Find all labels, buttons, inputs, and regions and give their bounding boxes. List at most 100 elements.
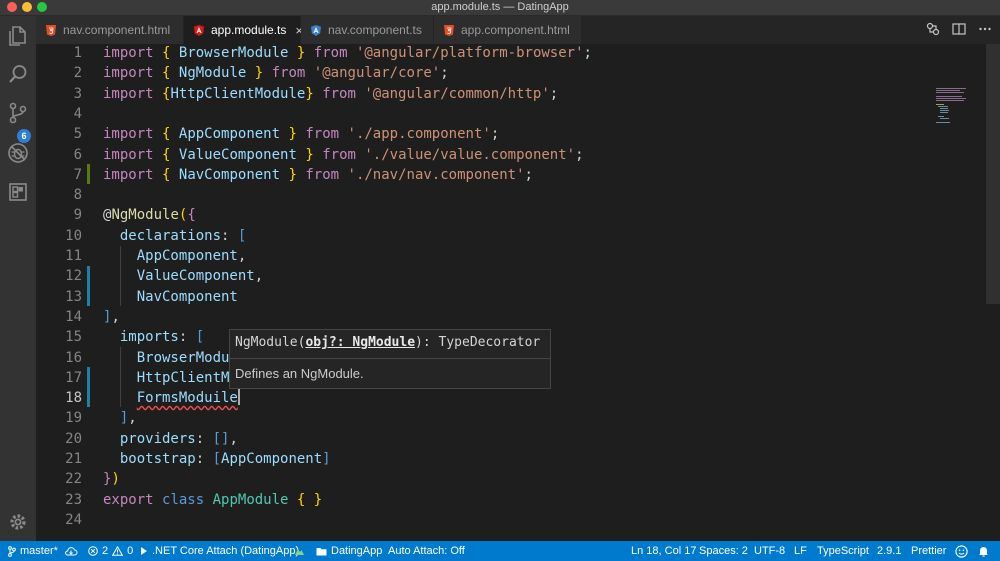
branch-status[interactable]: master*: [8, 541, 58, 561]
code-text: AppComponent,: [103, 246, 247, 266]
code-token: ;: [575, 146, 584, 163]
code-line[interactable]: 23 export class AppModule { }: [36, 490, 1000, 510]
tab-app-component-html[interactable]: app.component.html: [434, 16, 582, 44]
window-title: app.module.ts — DatingApp: [431, 1, 569, 13]
error-icon: [88, 546, 98, 556]
code-text: import { BrowserModule } from '@angular/…: [103, 44, 592, 63]
folder-icon: [316, 547, 327, 555]
debug-config-status[interactable]: .NET Core Attach (DatingApp): [140, 541, 299, 561]
code-line[interactable]: 2 import { NgModule } from '@angular/core…: [36, 63, 1000, 83]
tab-label: nav.component.html: [63, 23, 171, 37]
code-line[interactable]: 7 import { NavComponent } from './nav/nav…: [36, 165, 1000, 185]
line-number: 5: [73, 126, 82, 143]
ts-version-status[interactable]: 2.9.1: [877, 541, 901, 561]
code-editor[interactable]: 1 import { BrowserModule } from '@angular…: [36, 44, 1000, 541]
problems-status[interactable]: 2 0: [88, 541, 133, 561]
code-line[interactable]: 21 bootstrap: [AppComponent]: [36, 449, 1000, 469]
scrollbar[interactable]: [986, 44, 1000, 304]
play-icon: [141, 547, 147, 555]
code-text: import { ValueComponent } from './value/…: [103, 145, 584, 165]
feedback-smiley-icon[interactable]: [955, 541, 968, 561]
line-number: 19: [65, 410, 82, 427]
tab-label: app.module.ts: [211, 23, 287, 37]
folder-status[interactable]: DatingApp: [316, 541, 382, 561]
code-token: from: [305, 126, 340, 143]
auto-attach-status[interactable]: Auto Attach: Off: [388, 541, 465, 561]
tab-nav-component-html[interactable]: nav.component.html: [36, 16, 184, 44]
text-cursor: [237, 388, 240, 406]
code-token: AppComponent: [178, 126, 281, 143]
code-token: ,: [229, 430, 238, 447]
code-token: AppComponent: [221, 451, 323, 467]
code-token: imports: [119, 329, 179, 346]
tab-app-module-ts[interactable]: app.module.ts ×: [184, 16, 303, 44]
notifications-bell-icon[interactable]: [978, 541, 989, 561]
code-text: export class AppModule { }: [103, 490, 322, 510]
encoding-status[interactable]: UTF-8: [754, 541, 785, 561]
line-number: 24: [65, 511, 82, 528]
code-line[interactable]: 8: [36, 185, 1000, 205]
search-icon[interactable]: [6, 62, 30, 86]
code-line[interactable]: 24: [36, 510, 1000, 530]
angular-status-icon[interactable]: [294, 541, 305, 561]
angular-file-icon: [311, 24, 321, 36]
code-token: []: [212, 430, 230, 447]
code-line[interactable]: 6 import { ValueComponent } from './value…: [36, 145, 1000, 165]
code-token: from: [322, 146, 356, 163]
open-changes-icon[interactable]: [926, 22, 940, 36]
code-token: NavComponent: [178, 166, 281, 183]
code-token: NavComponent: [136, 288, 238, 305]
eol-status[interactable]: LF: [794, 541, 807, 561]
line-number: 2: [73, 65, 82, 82]
code-token: }: [305, 85, 314, 102]
code-token: ,: [128, 410, 137, 427]
code-line[interactable]: 18 FormsModuile: [36, 388, 1000, 408]
code-line[interactable]: 4: [36, 104, 1000, 124]
code-line[interactable]: 22}): [36, 469, 1000, 489]
tab-nav-component-ts[interactable]: nav.component.ts: [301, 16, 434, 44]
more-actions-icon[interactable]: [978, 22, 992, 36]
code-text: bootstrap: [AppComponent]: [103, 449, 331, 469]
code-line[interactable]: 14],: [36, 307, 1000, 327]
code-token: NgModule: [111, 207, 179, 224]
minimap[interactable]: [936, 88, 986, 128]
code-token: NgModule: [178, 65, 247, 82]
code-line[interactable]: 3 import {HttpClientModule} from '@angula…: [36, 84, 1000, 104]
source-control-icon[interactable]: [6, 101, 30, 125]
code-line[interactable]: 13 NavComponent: [36, 287, 1000, 307]
code-line[interactable]: 1 import { BrowserModule } from '@angular…: [36, 44, 1000, 63]
settings-gear-icon[interactable]: [6, 510, 30, 534]
code-line[interactable]: 19 ],: [36, 408, 1000, 428]
code-token: ValueComponent: [178, 146, 297, 163]
code-line[interactable]: 11 AppComponent,: [36, 246, 1000, 266]
code-token: HttpClientModule: [170, 85, 306, 102]
code-line[interactable]: 10 declarations: [: [36, 226, 1000, 246]
language-mode-status[interactable]: TypeScript: [817, 541, 869, 561]
code-token: BrowserModule: [178, 45, 289, 61]
code-line[interactable]: 12 ValueComponent,: [36, 266, 1000, 286]
split-editor-icon[interactable]: [952, 22, 966, 36]
sync-status[interactable]: [64, 541, 78, 561]
formatter-status[interactable]: Prettier: [911, 541, 946, 561]
code-token: '@angular/common/http': [364, 85, 550, 102]
code-line[interactable]: 5 import { AppComponent } from './app.com…: [36, 124, 1000, 144]
explorer-icon[interactable]: [6, 24, 30, 48]
extensions-icon[interactable]: [6, 180, 30, 204]
code-token: import: [103, 45, 154, 61]
sync-cloud-icon: [65, 547, 78, 556]
code-line[interactable]: 9 @NgModule({: [36, 205, 1000, 225]
code-token: from: [305, 166, 340, 183]
code-line[interactable]: 20 providers: [],: [36, 429, 1000, 449]
cursor-position-status[interactable]: Ln 18, Col 17: [631, 541, 696, 561]
indentation-status[interactable]: Spaces: 2: [699, 541, 748, 561]
debug-icon[interactable]: [6, 141, 30, 165]
code-token: }: [305, 146, 314, 163]
